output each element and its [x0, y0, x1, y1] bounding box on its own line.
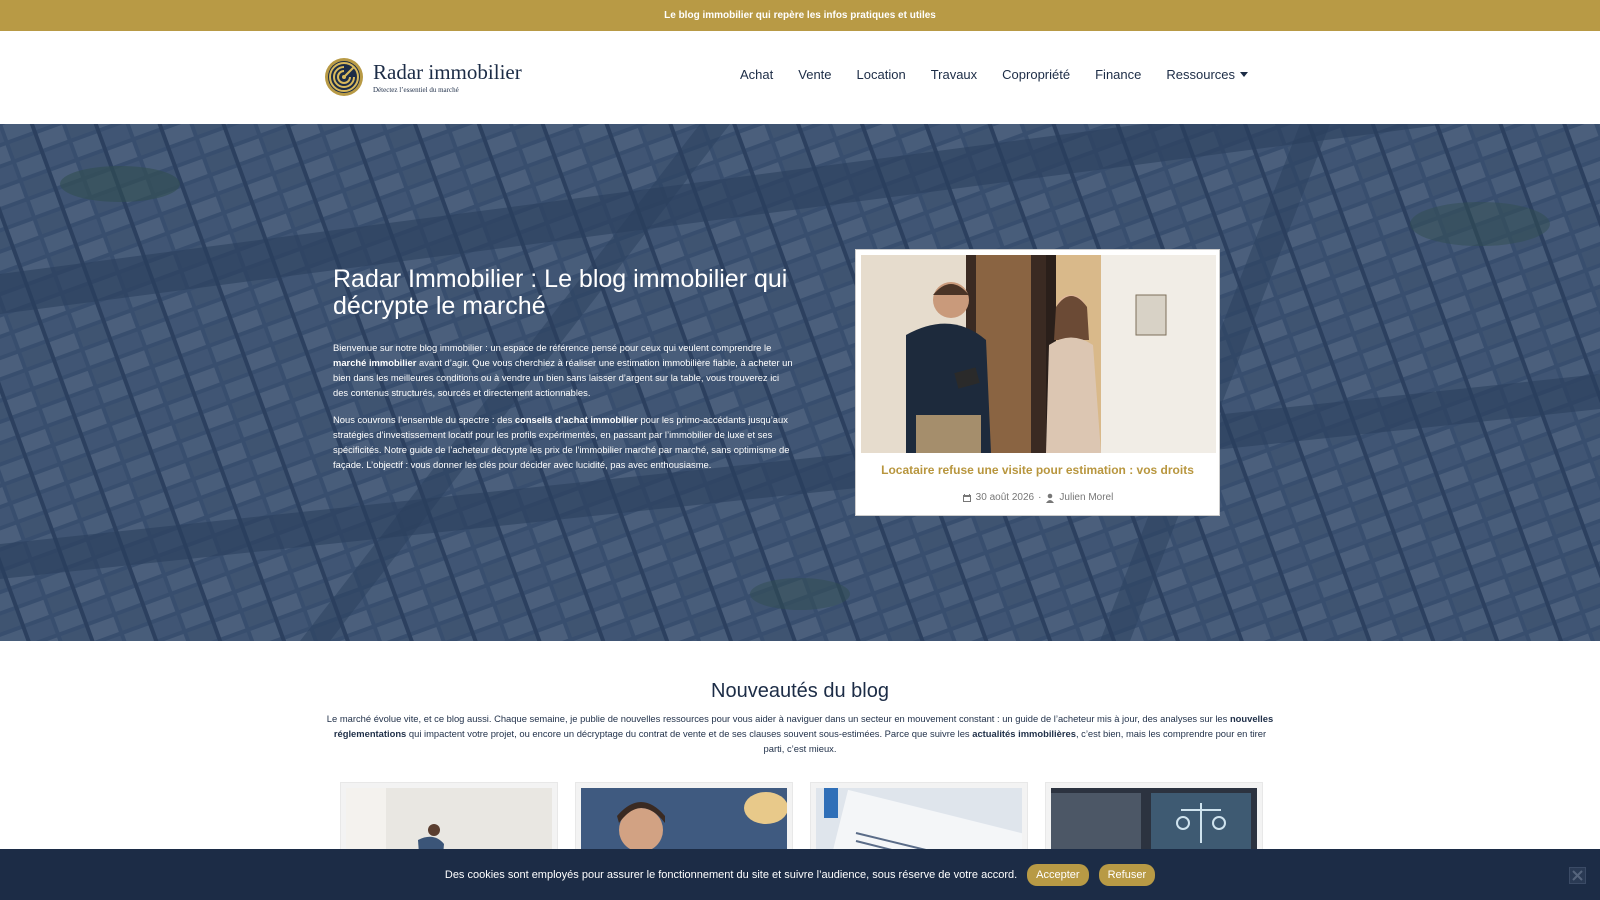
logo-tagline: Détectez l’essentiel du marché: [373, 85, 459, 94]
logo-name: Radar immobilier: [373, 59, 522, 84]
hero-text-block: Radar Immobilier : Le blog immobilier qu…: [333, 266, 793, 472]
radar-logo-icon: [325, 58, 363, 96]
close-icon[interactable]: [1569, 867, 1586, 884]
cookie-refuse-button[interactable]: Refuser: [1098, 863, 1156, 886]
nav-item-location[interactable]: Location: [857, 67, 906, 82]
nav-item-travaux[interactable]: Travaux: [931, 67, 977, 82]
hero-section: Radar Immobilier : Le blog immobilier qu…: [0, 124, 1600, 641]
nav-item-copropriete[interactable]: Copropriété: [1002, 67, 1070, 82]
featured-article-author[interactable]: Julien Morel: [1059, 492, 1113, 503]
cookie-accept-button[interactable]: Accepter: [1027, 863, 1089, 886]
news-section-title: Nouveautés du blog: [711, 680, 889, 702]
calendar-icon: [962, 493, 971, 502]
meta-separator: ·: [1038, 492, 1042, 503]
hero-paragraph-1: Bienvenue sur notre blog immobilier : un…: [333, 342, 793, 398]
hero-paragraph-2: Nous couvrons l’ensemble du spectre : de…: [333, 414, 790, 470]
featured-article-meta: 30 août 2026 · Julien Morel: [856, 492, 1219, 503]
hero-overlay: [0, 124, 1600, 641]
chevron-down-icon: [1240, 72, 1248, 77]
site-header: Radar immobilier Détectez l’essentiel du…: [0, 31, 1600, 124]
keyword-conseils-achat[interactable]: conseils d’achat immobilier: [515, 414, 638, 425]
top-announcement-text: Le blog immobilier qui repère les infos …: [664, 10, 936, 21]
cookie-banner-text: Des cookies sont employés pour assurer l…: [444, 868, 1018, 881]
nav-item-ressources-label: Ressources: [1166, 67, 1235, 82]
featured-article-image[interactable]: [861, 255, 1216, 453]
featured-article-title[interactable]: Locataire refuse une visite pour estimat…: [856, 463, 1219, 477]
user-icon: [1046, 493, 1055, 503]
cookie-banner: Des cookies sont employés pour assurer l…: [0, 849, 1600, 900]
main-navigation: Achat Vente Location Travaux Copropriété…: [740, 67, 1248, 82]
keyword-actualites-immobilieres[interactable]: actualités immobilières: [972, 728, 1076, 739]
site-logo[interactable]: Radar immobilier Détectez l’essentiel du…: [324, 57, 522, 97]
top-announcement-bar: Le blog immobilier qui repère les infos …: [0, 0, 1600, 31]
nav-item-achat[interactable]: Achat: [740, 67, 773, 82]
nav-item-vente[interactable]: Vente: [798, 67, 831, 82]
keyword-marche-immobilier[interactable]: marché immobilier: [333, 357, 416, 368]
nav-item-finance[interactable]: Finance: [1095, 67, 1141, 82]
news-section: Nouveautés du blog Le marché évolue vite…: [0, 680, 1600, 756]
featured-article-date: 30 août 2026: [975, 492, 1035, 503]
nav-item-ressources[interactable]: Ressources: [1166, 67, 1248, 82]
featured-article-card[interactable]: Locataire refuse une visite pour estimat…: [855, 249, 1220, 516]
hero-title: Radar Immobilier : Le blog immobilier qu…: [333, 265, 788, 320]
news-intro-text: Le marché évolue vite, et ce blog aussi.…: [326, 713, 1274, 754]
